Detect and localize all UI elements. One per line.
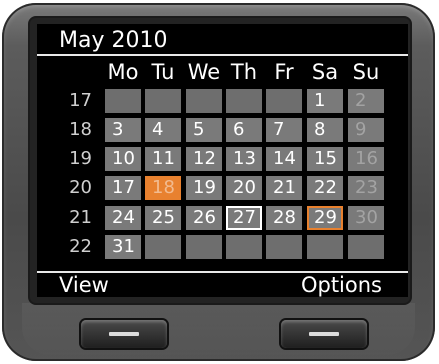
empty-day-cell <box>105 89 141 113</box>
empty-day-cell <box>266 89 302 113</box>
day-cell[interactable]: 17 <box>105 176 141 200</box>
day-cell[interactable]: 5 <box>186 118 222 142</box>
week-number: 21 <box>69 207 92 228</box>
day-cell[interactable]: 2 <box>348 89 384 113</box>
minus-bar-icon <box>309 332 339 336</box>
empty-day-cell <box>186 89 222 113</box>
day-cell[interactable]: 25 <box>145 206 181 230</box>
day-cell[interactable]: 22 <box>307 176 343 200</box>
day-cell[interactable]: 10 <box>105 147 141 171</box>
softkey-view[interactable]: View <box>59 273 109 297</box>
empty-day-cell <box>266 235 302 259</box>
right-hardware-key[interactable] <box>281 320 367 348</box>
left-hardware-key[interactable] <box>81 320 167 348</box>
day-cell[interactable]: 13 <box>226 147 262 171</box>
empty-day-cell <box>226 89 262 113</box>
day-cell[interactable]: 27 <box>226 206 262 230</box>
day-cell[interactable]: 19 <box>186 176 222 200</box>
day-cell[interactable]: 16 <box>348 147 384 171</box>
day-cell[interactable]: 18 <box>145 176 181 200</box>
week-number: 19 <box>69 148 92 169</box>
day-cell[interactable]: 3 <box>105 118 141 142</box>
empty-day-cell <box>307 235 343 259</box>
softkey-bar: View Options <box>37 273 408 297</box>
day-cell[interactable]: 30 <box>348 206 384 230</box>
weekday-th: Th <box>230 60 258 84</box>
empty-day-cell <box>145 89 181 113</box>
weekday-mo: Mo <box>107 60 139 84</box>
day-cell[interactable]: 14 <box>266 147 302 171</box>
week-number: 22 <box>69 236 92 257</box>
weekday-we: We <box>187 60 221 84</box>
day-cell[interactable]: 28 <box>266 206 302 230</box>
weekday-sa: Sa <box>311 60 339 84</box>
weekday-tu: Tu <box>151 60 175 84</box>
week-number: 20 <box>69 177 92 198</box>
empty-day-cell <box>226 235 262 259</box>
day-cell[interactable]: 23 <box>348 176 384 200</box>
month-title: May 2010 <box>59 28 168 53</box>
day-cell[interactable]: 21 <box>266 176 302 200</box>
day-cell[interactable]: 4 <box>145 118 181 142</box>
day-cell[interactable]: 26 <box>186 206 222 230</box>
empty-day-cell <box>145 235 181 259</box>
day-cell[interactable]: 1 <box>307 89 343 113</box>
empty-day-cell <box>186 235 222 259</box>
day-cell[interactable]: 20 <box>226 176 262 200</box>
day-cell[interactable]: 7 <box>266 118 302 142</box>
weekday-su: Su <box>352 60 380 84</box>
day-cell[interactable]: 31 <box>105 235 141 259</box>
header-divider <box>37 54 408 56</box>
day-cell[interactable]: 8 <box>307 118 343 142</box>
day-cell[interactable]: 9 <box>348 118 384 142</box>
day-cell[interactable]: 11 <box>145 147 181 171</box>
day-cell[interactable]: 29 <box>307 206 343 230</box>
week-number: 17 <box>69 90 92 111</box>
day-cell[interactable]: 15 <box>307 147 343 171</box>
minus-bar-icon <box>109 332 139 336</box>
weekday-fr: Fr <box>274 60 294 84</box>
week-number: 18 <box>69 119 92 140</box>
calendar-header: May 2010 <box>40 24 408 55</box>
empty-day-cell <box>348 235 384 259</box>
day-cell[interactable]: 12 <box>186 147 222 171</box>
day-cell[interactable]: 6 <box>226 118 262 142</box>
day-cell[interactable]: 24 <box>105 206 141 230</box>
softkey-options[interactable]: Options <box>301 273 382 297</box>
